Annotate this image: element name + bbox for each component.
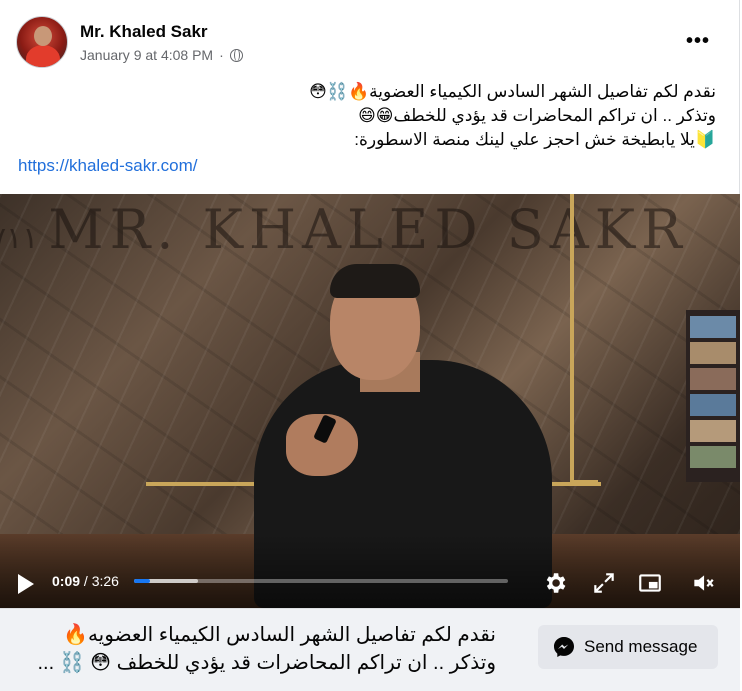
globe-icon [229,48,243,62]
brass-frame [570,194,598,484]
post-text-line: نقدم لكم تفاصيل الشهر السادس الكيمياء ال… [309,82,716,101]
video-time: 0:09 / 3:26 [52,573,119,589]
muted-volume-icon[interactable] [690,570,716,596]
more-options-button[interactable]: ••• [686,30,710,53]
total-time: / 3:26 [83,573,119,589]
author-name[interactable]: Mr. Khaled Sakr [80,22,208,42]
post-meta: January 9 at 4:08 PM · [80,47,243,63]
fullscreen-icon[interactable] [591,570,617,596]
post-footer: نقدم لكم تفاصيل الشهر السادس الكيمياء ال… [0,608,740,691]
current-time: 0:09 [52,573,81,589]
wall-logo-arabic: ٧١١ [0,221,39,256]
picture-in-picture-icon[interactable] [637,570,663,596]
post-card: Mr. Khaled Sakr January 9 at 4:08 PM · •… [0,0,740,691]
photo-wall [686,310,740,482]
settings-icon[interactable] [542,570,568,596]
post-text-line: 🔰يلا يابطيخة خش احجز علي لينك منصة الاسط… [354,130,716,149]
footer-caption: نقدم لكم تفاصيل الشهر السادس الكيمياء ال… [16,621,497,677]
author-avatar[interactable] [16,16,68,68]
post-text-line: وتذكر .. ان تراكم المحاضرات قد يؤدي للخط… [358,106,716,125]
presenter-hair [330,264,420,298]
video-controls: 0:09 / 3:26 [0,560,740,608]
send-message-button[interactable]: Send message [538,625,718,669]
meta-separator: · [219,47,224,63]
messenger-icon [554,637,574,657]
footer-caption-line: وتذكر .. ان تراكم المحاضرات قد يؤدي للخط… [37,652,497,674]
post-link[interactable]: https://khaled-sakr.com/ [18,156,198,176]
play-icon[interactable] [18,574,34,594]
post-text: نقدم لكم تفاصيل الشهر السادس الكيمياء ال… [16,80,716,152]
video-player[interactable]: ٧١١MR. KHALED SAKR 0:09 / 3:26 [0,194,740,608]
send-message-label: Send message [584,637,698,656]
post-timestamp[interactable]: January 9 at 4:08 PM [80,47,213,63]
post-header: Mr. Khaled Sakr January 9 at 4:08 PM · •… [16,16,724,72]
footer-caption-line: نقدم لكم تفاصيل الشهر السادس الكيمياء ال… [63,624,496,646]
progress-bar[interactable] [134,579,508,583]
progress-fill [134,579,151,583]
